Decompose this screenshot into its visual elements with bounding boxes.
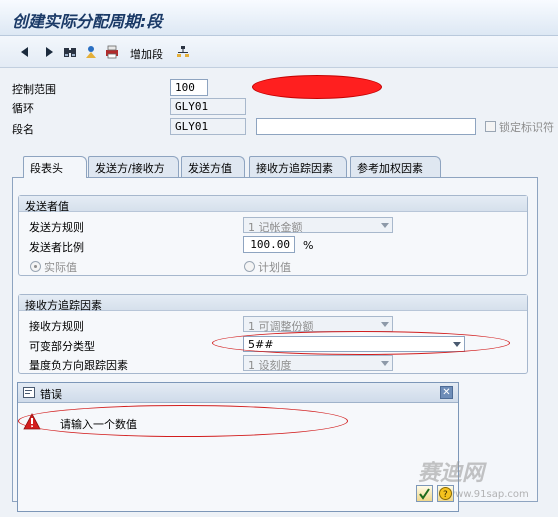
negative-tracing-label: 量度负方向跟踪因素	[29, 359, 128, 372]
cycle-field[interactable]: GLY01	[170, 98, 246, 115]
tab-receiver-tracing[interactable]: 接收方追踪因素	[249, 156, 347, 177]
error-dialog: 错误 ✕ 请输入一个数值	[17, 382, 459, 512]
segment-description-field[interactable]	[256, 118, 476, 135]
tab-segment-header[interactable]: 段表头	[23, 156, 87, 178]
tab-sender-receiver[interactable]: 发送方/接收方	[88, 156, 179, 177]
watermark-logo: 赛迪网	[418, 461, 485, 486]
sender-share-label: 发送者比例	[29, 241, 84, 254]
svg-text:?: ?	[443, 490, 448, 500]
title-bar: 创建实际分配周期:段	[0, 0, 558, 36]
annotation-oval	[18, 405, 348, 437]
sender-rule-label: 发送方规则	[29, 221, 84, 234]
receiver-tracing-title: 接收方追踪因素	[19, 295, 527, 312]
segment-name-field[interactable]: GLY01	[170, 118, 246, 135]
back-icon[interactable]	[18, 45, 32, 59]
person-icon[interactable]	[84, 45, 98, 59]
lock-indicator-checkbox[interactable]	[485, 121, 496, 132]
confirm-button[interactable]	[416, 485, 433, 502]
segment-name-label: 段名	[12, 123, 34, 136]
negative-tracing-dropdown[interactable]: 1 设刻度	[243, 355, 393, 372]
plan-value-radio[interactable]	[244, 261, 255, 272]
sap-window: 创建实际分配周期:段 增加段 控制范围 100 循环 GLY01 段名 GLY0…	[0, 0, 558, 517]
receiver-rule-dropdown[interactable]: 1 可调整份额	[243, 316, 393, 333]
chevron-down-icon	[381, 223, 389, 228]
sender-rule-dropdown[interactable]: 1 记帐金额	[243, 217, 393, 234]
error-dialog-title: 错误	[40, 388, 62, 401]
tab-sender-values[interactable]: 发送方值	[181, 156, 245, 177]
controlling-area-label: 控制范围	[12, 83, 56, 96]
sender-values-group: 发送者值 发送方规则 1 记帐金额 发送者比例 100.00 % 实际值 计划值	[18, 195, 528, 276]
actual-value-radio[interactable]	[30, 261, 41, 272]
sender-share-input[interactable]: 100.00	[243, 236, 295, 253]
chevron-down-icon	[381, 361, 389, 366]
add-segment-button[interactable]: 增加段	[130, 46, 163, 62]
toolbar: 增加段	[0, 36, 558, 68]
error-dialog-titlebar: 错误 ✕	[18, 383, 458, 403]
chevron-down-icon	[381, 322, 389, 327]
cycle-label: 循环	[12, 102, 34, 115]
receiver-rule-label: 接收方规则	[29, 320, 84, 333]
sender-share-unit: %	[303, 239, 314, 252]
variable-portion-label: 可变部分类型	[29, 340, 95, 353]
binoculars-icon[interactable]	[63, 45, 77, 59]
sender-rule-value: 1 记帐金额	[248, 221, 303, 234]
window-title: 创建实际分配周期:段	[12, 12, 163, 31]
negative-tracing-value: 1 设刻度	[248, 359, 292, 372]
annotation-oval	[212, 331, 510, 355]
controlling-area-field[interactable]: 100	[170, 79, 208, 96]
close-icon[interactable]: ✕	[440, 386, 453, 399]
forward-icon[interactable]	[42, 45, 56, 59]
tab-reference-weighting[interactable]: 参考加权因素	[350, 156, 441, 177]
edit-icon	[23, 387, 36, 402]
plan-value-label: 计划值	[258, 261, 291, 274]
printer-icon[interactable]	[105, 45, 119, 59]
redaction-mark	[252, 75, 382, 99]
watermark-url: www.91sap.com	[447, 489, 529, 500]
lock-indicator-label: 锁定标识符	[499, 121, 554, 134]
sender-values-title: 发送者值	[19, 196, 527, 213]
tree-icon[interactable]	[176, 45, 190, 59]
actual-value-label: 实际值	[44, 261, 77, 274]
help-icon[interactable]: ?	[437, 485, 454, 502]
